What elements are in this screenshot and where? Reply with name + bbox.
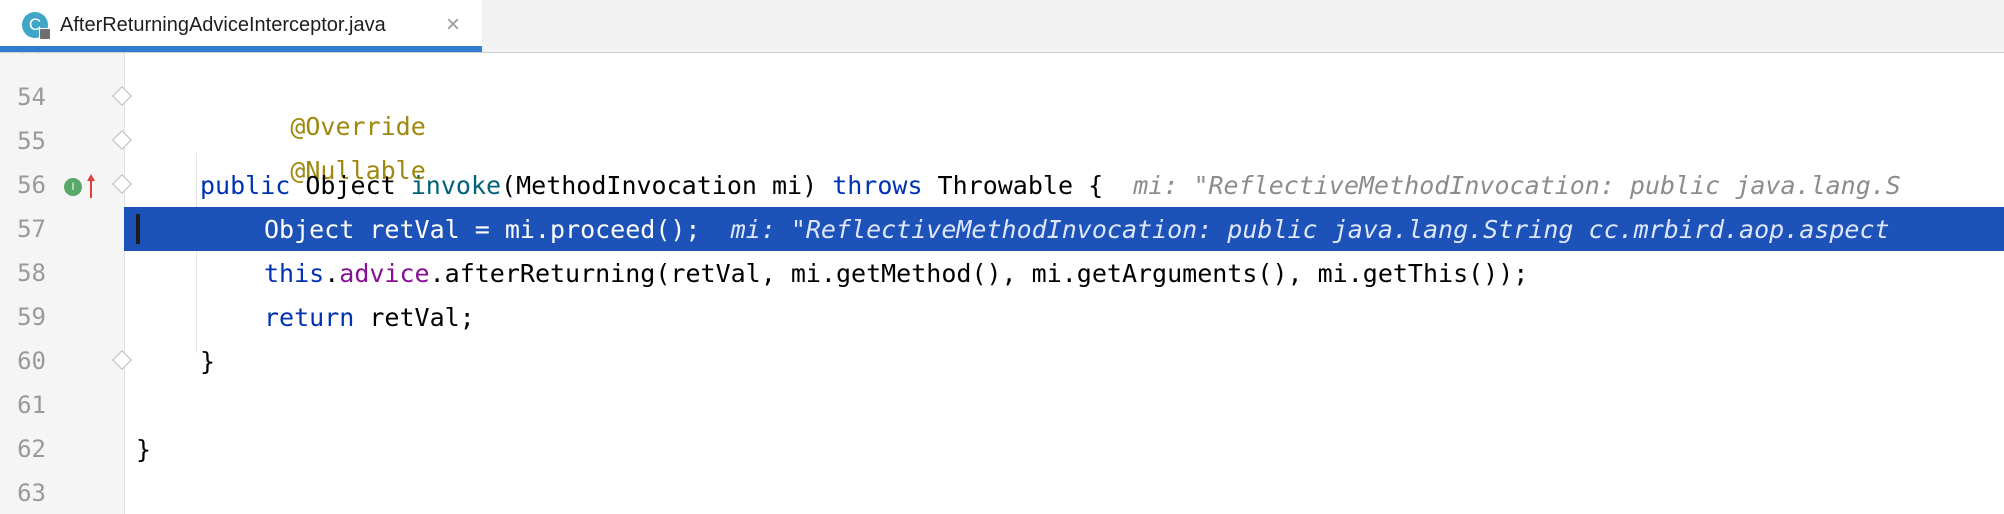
code-line: 54 @Override	[0, 75, 2004, 141]
keyword: throws	[832, 171, 923, 200]
inline-debug-hint: mi: "ReflectiveMethodInvocation: public …	[1133, 171, 1901, 200]
line-number: 59	[17, 303, 46, 331]
code-line: 62 }	[0, 427, 2004, 471]
code-line: 59 return retVal;	[0, 295, 2004, 339]
code-line: 53	[0, 53, 2004, 67]
line-number: 54	[17, 83, 46, 111]
line-number: 62	[17, 435, 46, 463]
code-text: this.advice.afterReturning(retVal, mi.ge…	[264, 259, 1528, 288]
keyword: this	[264, 259, 325, 288]
code-token: .afterReturning(retVal, mi.getMethod(), …	[429, 259, 1529, 288]
inline-debug-hint: mi: "ReflectiveMethodInvocation: public …	[730, 215, 1890, 244]
text-caret	[136, 214, 140, 244]
fold-marker[interactable]	[112, 86, 132, 106]
line-number: 56	[17, 171, 46, 199]
code-line: 60 }	[0, 339, 2004, 383]
up-arrow-icon[interactable]	[86, 173, 96, 199]
line-number: 60	[17, 347, 46, 375]
line-number: 63	[17, 479, 46, 507]
code-line: 61	[0, 383, 2004, 427]
lock-icon	[39, 28, 51, 40]
code-text: return retVal;	[264, 303, 475, 332]
fold-marker[interactable]	[112, 350, 132, 370]
implements-icon[interactable]: I	[64, 178, 82, 196]
editor-tab[interactable]: C AfterReturningAdviceInterceptor.java ×	[0, 0, 482, 52]
code-token: Object	[290, 171, 411, 200]
field-name: advice	[339, 259, 430, 288]
code-line: 58 this.advice.afterReturning(retVal, mi…	[0, 251, 2004, 295]
code-token: (MethodInvocation mi)	[501, 171, 833, 200]
fold-marker[interactable]	[112, 130, 132, 150]
code-text: Object retVal = mi.proceed(); mi: "Refle…	[264, 215, 1890, 244]
code-line: 55 @Nullable	[0, 119, 2004, 185]
line-number: 57	[17, 215, 46, 243]
class-icon: C	[22, 12, 51, 40]
code-token: Throwable {	[922, 171, 1104, 200]
code-text: }	[200, 347, 216, 376]
line-number: 58	[17, 259, 46, 287]
code-editor[interactable]: 53 54 @Override 55 @Nullable 56 public O…	[0, 53, 2004, 514]
line-number: 53	[0, 53, 46, 59]
keyword: return	[264, 303, 355, 332]
code-line-selected: 57 Object retVal = mi.proceed(); mi: "Re…	[0, 207, 2004, 251]
code-line: 56 public Object invoke(MethodInvocation…	[0, 163, 2004, 207]
line-number: 61	[17, 391, 46, 419]
code-text: public Object invoke(MethodInvocation mi…	[200, 171, 1901, 200]
code-line: 63	[0, 471, 2004, 514]
method-name: invoke	[410, 171, 502, 200]
tab-bar: C AfterReturningAdviceInterceptor.java ×	[0, 0, 2004, 53]
code-text: }	[136, 435, 152, 464]
line-number: 55	[17, 127, 46, 155]
close-icon[interactable]: ×	[446, 11, 460, 39]
fold-marker[interactable]	[112, 174, 132, 194]
tab-title: AfterReturningAdviceInterceptor.java	[60, 14, 386, 36]
code-token: .	[324, 259, 340, 288]
code-token: Object retVal = mi.proceed();	[264, 215, 701, 244]
code-token: retVal;	[354, 303, 475, 332]
keyword: public	[200, 171, 291, 200]
